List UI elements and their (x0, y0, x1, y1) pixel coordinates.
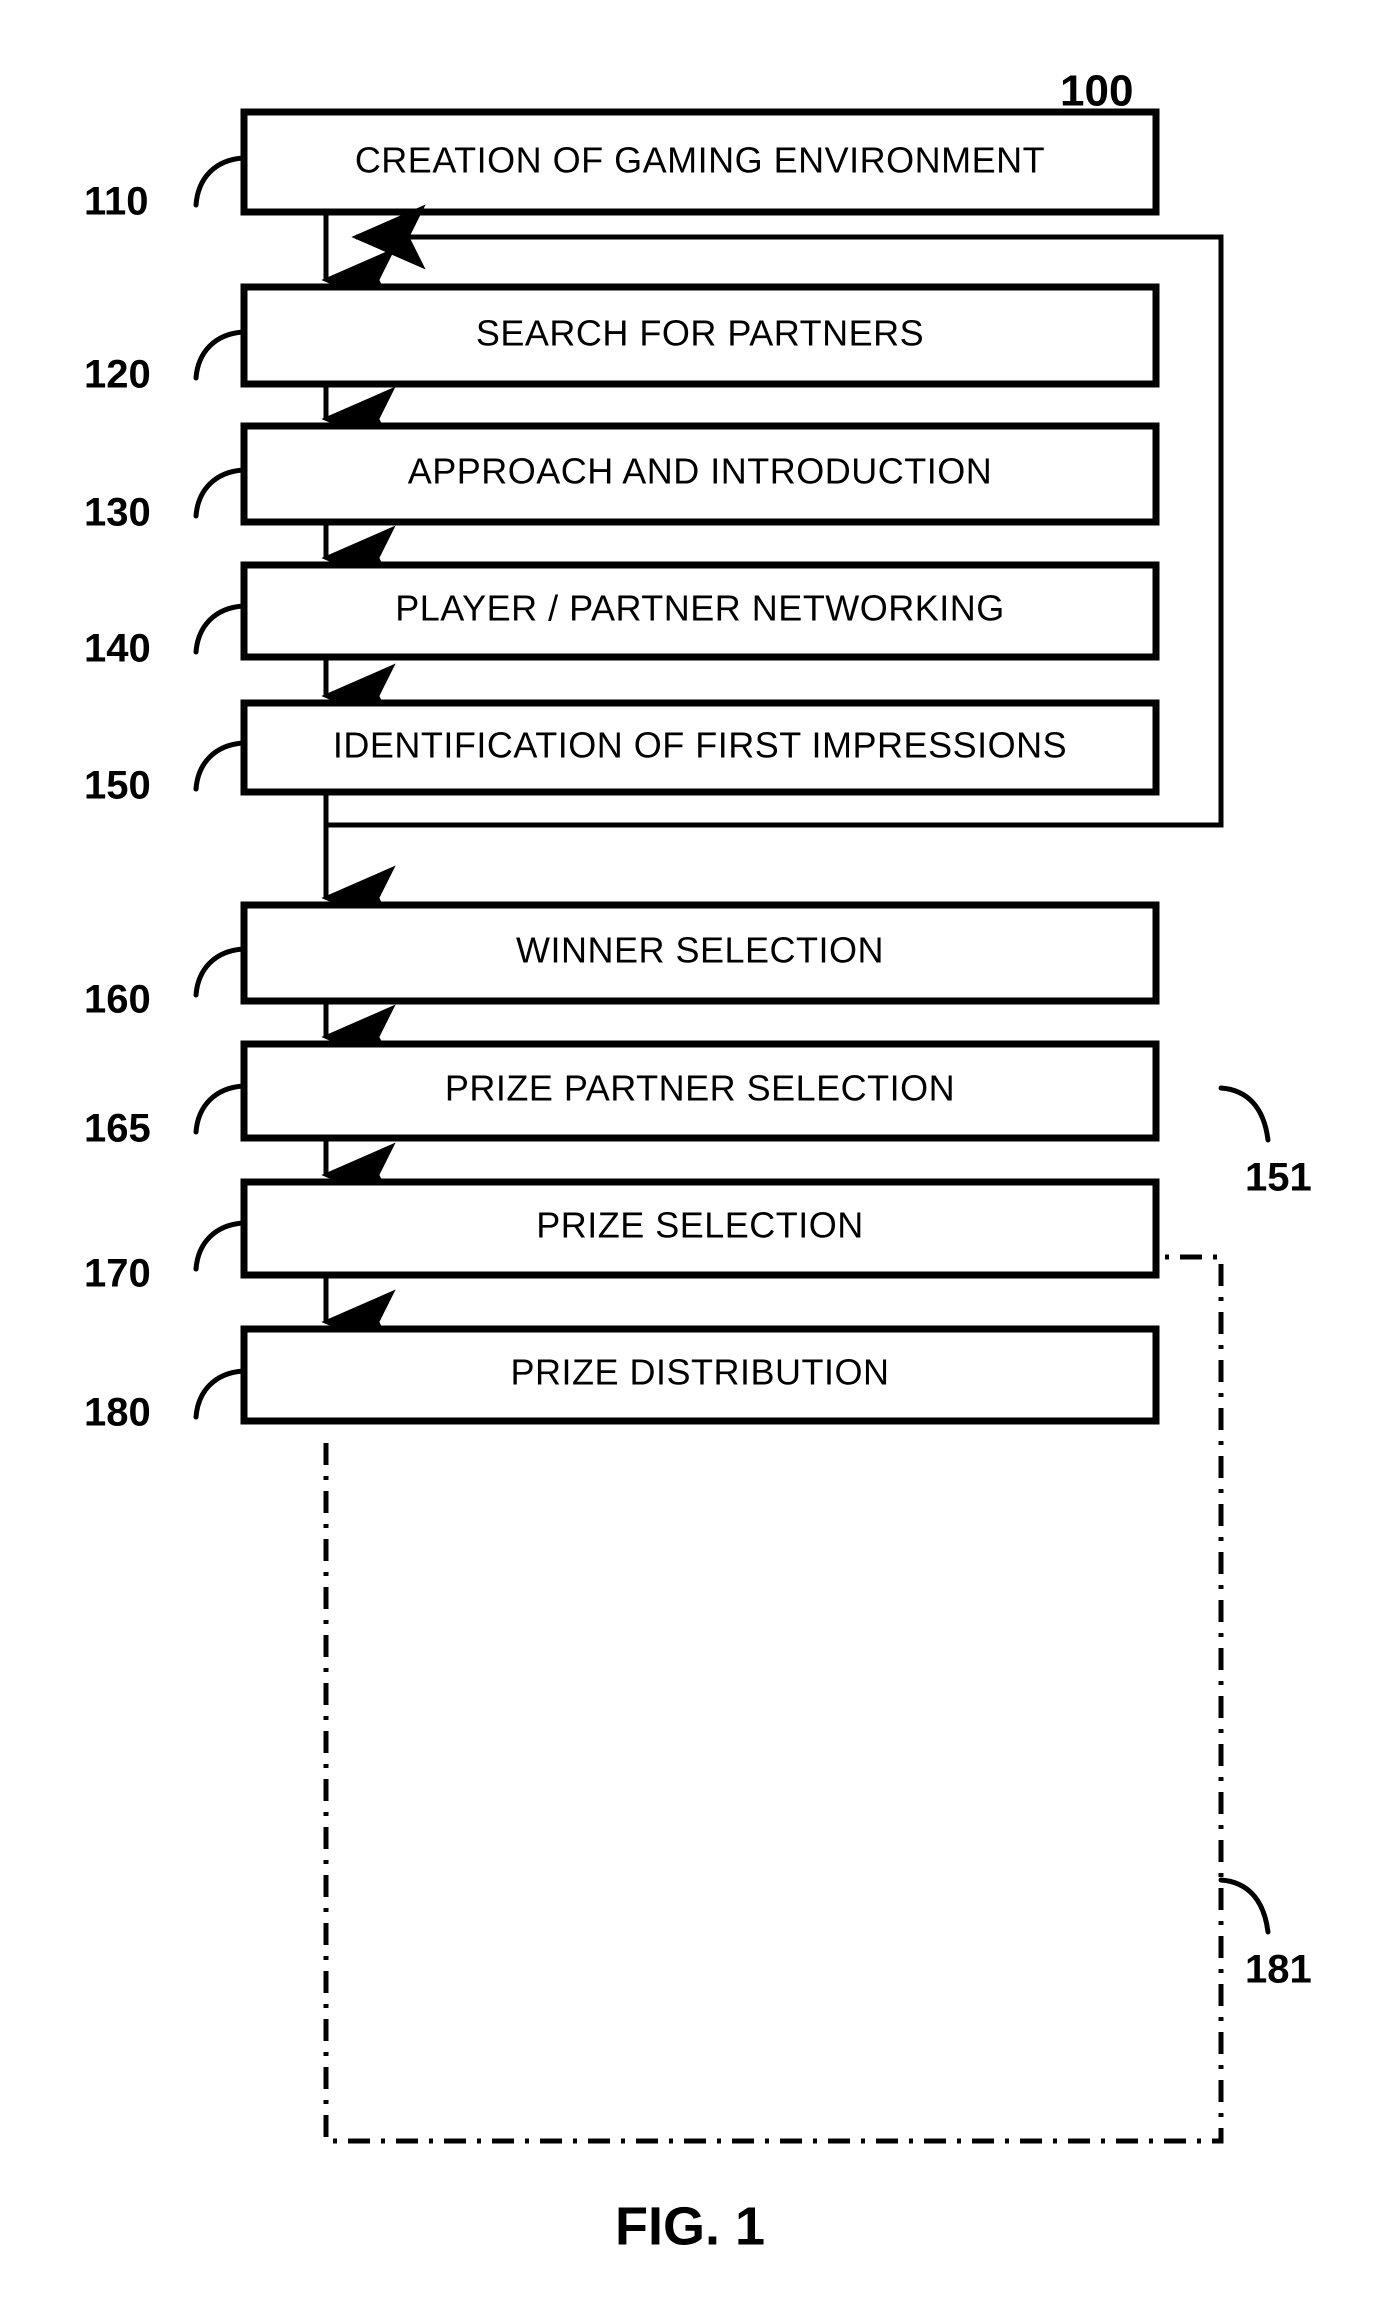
ref-180: 180 (84, 1391, 151, 1435)
node-120-label: SEARCH FOR PARTNERS (476, 313, 924, 354)
leader-160 (193, 946, 246, 998)
node-160-label: WINNER SELECTION (516, 930, 884, 971)
leader-150 (193, 740, 246, 792)
leader-181 (1218, 1877, 1271, 1935)
leader-140 (193, 603, 246, 655)
node-170[interactable]: PRIZE SELECTION (240, 1178, 1160, 1279)
patent-flowchart: 100 CREATION OF GAMING ENVIRONMENT 110 S… (84, 67, 1312, 2257)
leader-180 (193, 1368, 246, 1420)
node-120[interactable]: SEARCH FOR PARTNERS (240, 283, 1160, 388)
leader-120 (193, 329, 246, 381)
node-110-label: CREATION OF GAMING ENVIRONMENT (355, 140, 1045, 181)
figure-caption: FIG. 1 (615, 2196, 765, 2256)
node-180-label: PRIZE DISTRIBUTION (510, 1352, 889, 1393)
ref-120: 120 (84, 353, 151, 397)
leader-151 (1218, 1085, 1271, 1143)
figure-number: 100 (1060, 67, 1133, 116)
ref-160: 160 (84, 978, 151, 1022)
ref-151: 151 (1245, 1156, 1312, 1200)
node-150[interactable]: IDENTIFICATION OF FIRST IMPRESSIONS (240, 699, 1160, 796)
ref-110: 110 (84, 180, 149, 224)
leader-130 (193, 467, 246, 519)
node-170-label: PRIZE SELECTION (536, 1205, 864, 1246)
node-160[interactable]: WINNER SELECTION (240, 901, 1160, 1005)
figure-page: 100 CREATION OF GAMING ENVIRONMENT 110 S… (0, 0, 1381, 2304)
leader-165 (193, 1083, 246, 1135)
ref-150: 150 (84, 764, 151, 808)
node-165-label: PRIZE PARTNER SELECTION (445, 1068, 955, 1109)
ref-181: 181 (1245, 1948, 1312, 1992)
node-130[interactable]: APPROACH AND INTRODUCTION (240, 422, 1160, 526)
node-140[interactable]: PLAYER / PARTNER NETWORKING (240, 561, 1160, 661)
ref-165: 165 (84, 1107, 151, 1151)
ref-170: 170 (84, 1252, 151, 1296)
node-130-label: APPROACH AND INTRODUCTION (408, 451, 993, 492)
node-180[interactable]: PRIZE DISTRIBUTION (240, 1325, 1160, 1425)
ref-140: 140 (84, 627, 151, 671)
leader-110 (193, 155, 246, 208)
node-110[interactable]: CREATION OF GAMING ENVIRONMENT (240, 108, 1160, 216)
ref-130: 130 (84, 491, 151, 535)
node-140-label: PLAYER / PARTNER NETWORKING (395, 588, 1005, 629)
node-150-label: IDENTIFICATION OF FIRST IMPRESSIONS (333, 725, 1067, 766)
leader-170 (193, 1220, 246, 1272)
node-165[interactable]: PRIZE PARTNER SELECTION (240, 1040, 1160, 1142)
